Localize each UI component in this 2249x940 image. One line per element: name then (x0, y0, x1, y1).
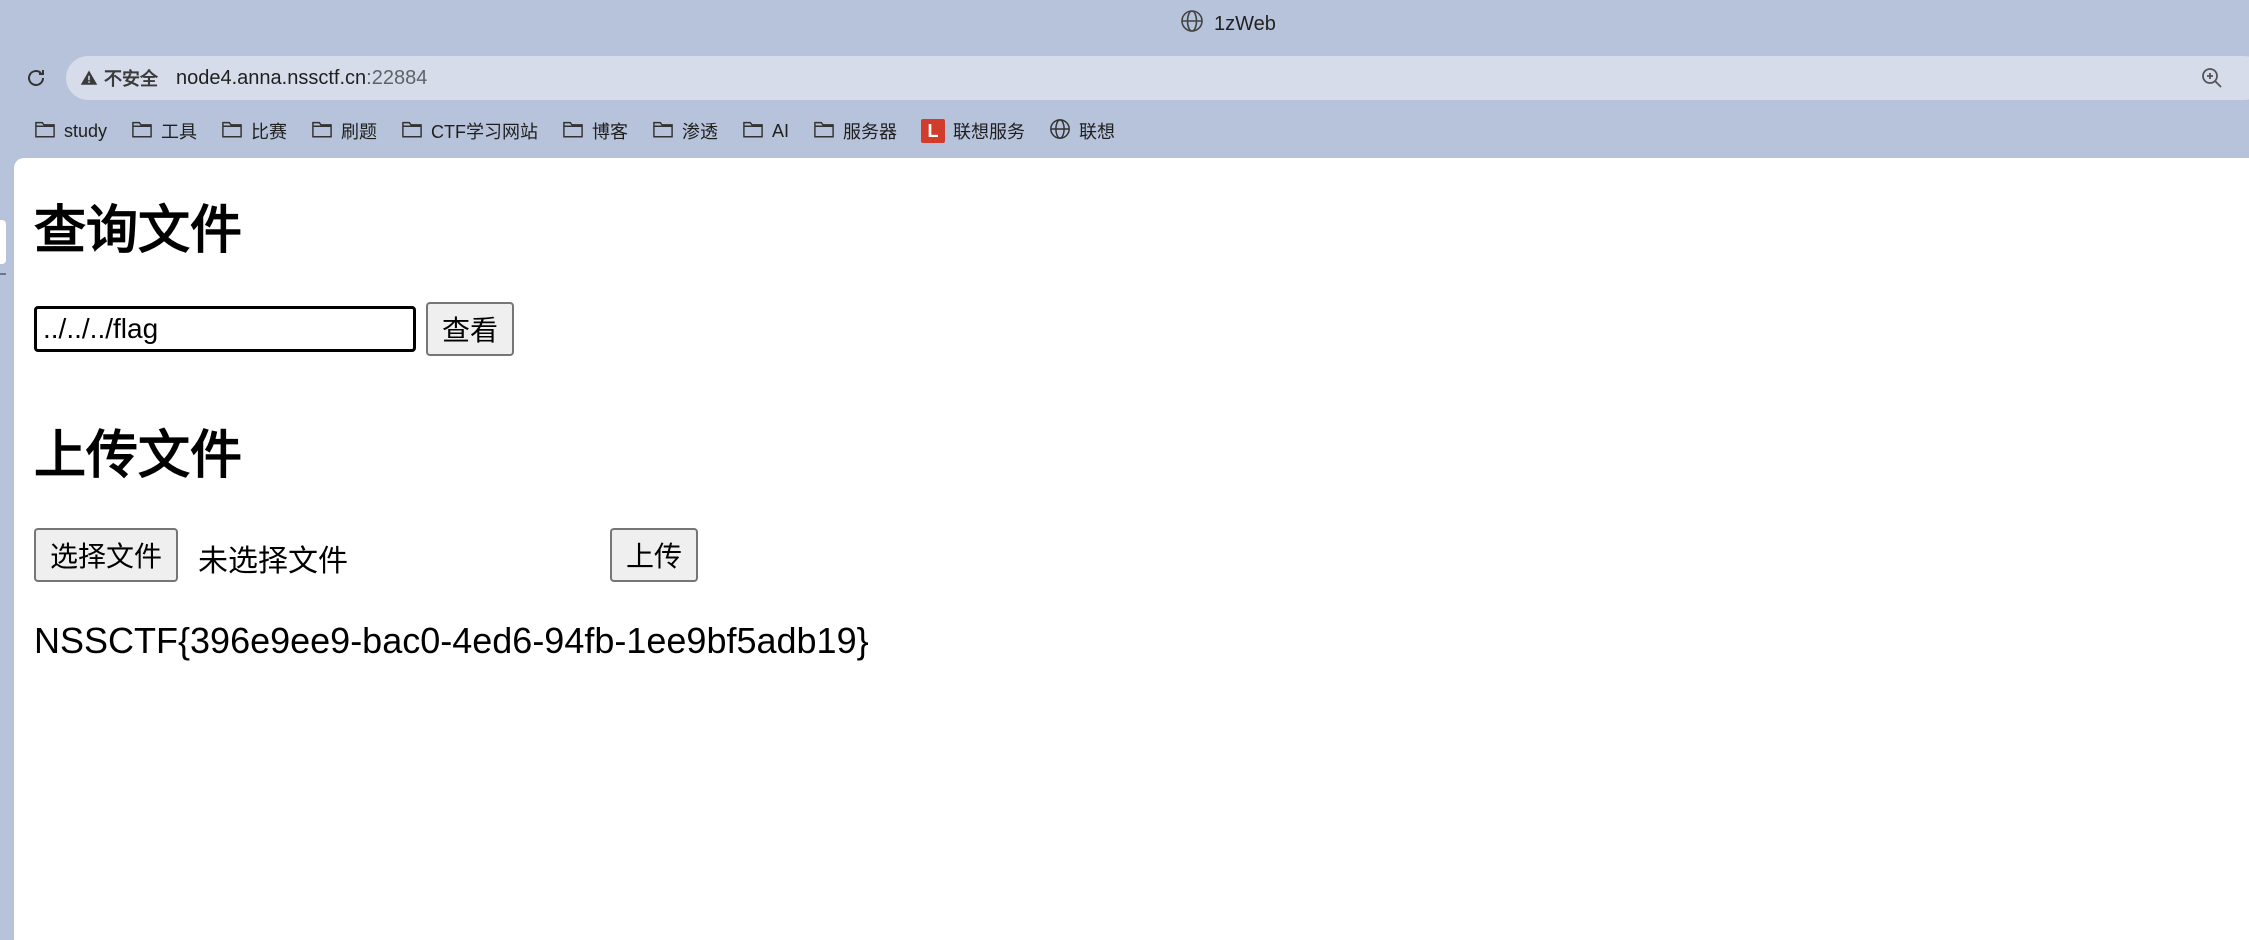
bookmark-label: 刷题 (341, 122, 378, 142)
globe-icon (1049, 118, 1071, 145)
bookmark-label: study (64, 120, 108, 141)
folder-icon (221, 119, 243, 144)
query-heading: 查询文件 (34, 201, 243, 261)
window-title: 1zWeb (1180, 9, 1276, 39)
bookmark-label: 联想 (1079, 122, 1116, 142)
file-status-label: 未选择文件 (198, 544, 348, 579)
folder-icon (813, 119, 835, 144)
page-viewport: 查询文件 查看 上传文件 选择文件 未选择文件 上传 NSSCTF{396e9e… (14, 158, 2249, 940)
security-indicator[interactable]: 不安全 (80, 65, 158, 91)
folder-icon (34, 119, 56, 144)
page-content: 查询文件 查看 上传文件 选择文件 未选择文件 上传 NSSCTF{396e9e… (34, 158, 2249, 940)
folder-icon (562, 119, 584, 144)
query-form: 查看 (34, 302, 515, 356)
bookmark-item[interactable]: CTF学习网站 (389, 114, 550, 148)
zoom-button[interactable] (2200, 66, 2224, 90)
bookmark-label: 工具 (161, 122, 198, 142)
title-bar: 1zWeb (0, 0, 2249, 50)
url-port: :22884 (366, 66, 428, 89)
lenovo-icon: L (921, 119, 946, 143)
warning-icon (80, 70, 98, 85)
filename-input[interactable] (34, 306, 416, 352)
bookmark-label: 联想服务 (953, 122, 1026, 142)
bookmark-label: CTF学习网站 (431, 122, 539, 142)
zoom-in-icon (2202, 68, 2222, 88)
bookmark-label: AI (772, 120, 790, 141)
bookmark-item[interactable]: 比赛 (209, 114, 299, 148)
bookmark-item[interactable]: 渗透 (640, 114, 730, 148)
folder-icon (131, 119, 153, 144)
address-row: 不安全 node4.anna.nssctf.cn:22884 (0, 52, 2249, 104)
folder-icon (311, 119, 333, 144)
folder-icon (652, 119, 674, 144)
bookmark-item[interactable]: study (22, 114, 119, 148)
bookmarks-bar: study 工具 比赛 刷题 CTF学习网站 博客 渗透 AI 服务器 L 联想服务 联想 (0, 112, 2249, 150)
reload-icon (28, 70, 44, 86)
bookmark-label: 服务器 (843, 122, 898, 142)
url-text[interactable]: node4.anna.nssctf.cn:22884 (176, 67, 427, 90)
upload-form: 选择文件 未选择文件 上传 (34, 528, 754, 584)
choose-file-button[interactable]: 选择文件 (34, 528, 179, 582)
result-output: NSSCTF{396e9ee9-bac0-4ed6-94fb-1ee9bf5ad… (34, 620, 869, 661)
address-bar[interactable]: 不安全 node4.anna.nssctf.cn:22884 (66, 56, 2249, 100)
bookmark-item[interactable]: 博客 (550, 114, 640, 148)
bookmark-label: 比赛 (251, 122, 288, 142)
view-button[interactable]: 查看 (426, 302, 515, 356)
bookmark-item[interactable]: L 联想服务 (909, 114, 1037, 148)
bookmark-item[interactable]: 联想 (1037, 114, 1127, 148)
side-divider (0, 273, 6, 275)
bookmark-item[interactable]: 刷题 (299, 114, 389, 148)
bookmark-item[interactable]: 工具 (119, 114, 209, 148)
upload-button[interactable]: 上传 (610, 528, 699, 582)
bookmark-label: 博客 (592, 122, 629, 142)
globe-icon (1180, 9, 1204, 39)
bookmark-label: 渗透 (682, 122, 719, 142)
bookmark-item[interactable]: AI (730, 114, 801, 148)
tab-title: 1zWeb (1214, 12, 1276, 35)
folder-icon (401, 119, 423, 144)
reload-button[interactable] (22, 64, 50, 92)
bookmark-item[interactable]: 服务器 (801, 114, 909, 148)
upload-heading: 上传文件 (34, 426, 243, 486)
url-host: node4.anna.nssctf.cn (176, 66, 367, 89)
folder-icon (742, 119, 764, 144)
side-panel-tab[interactable] (0, 220, 6, 264)
security-label: 不安全 (104, 69, 158, 89)
